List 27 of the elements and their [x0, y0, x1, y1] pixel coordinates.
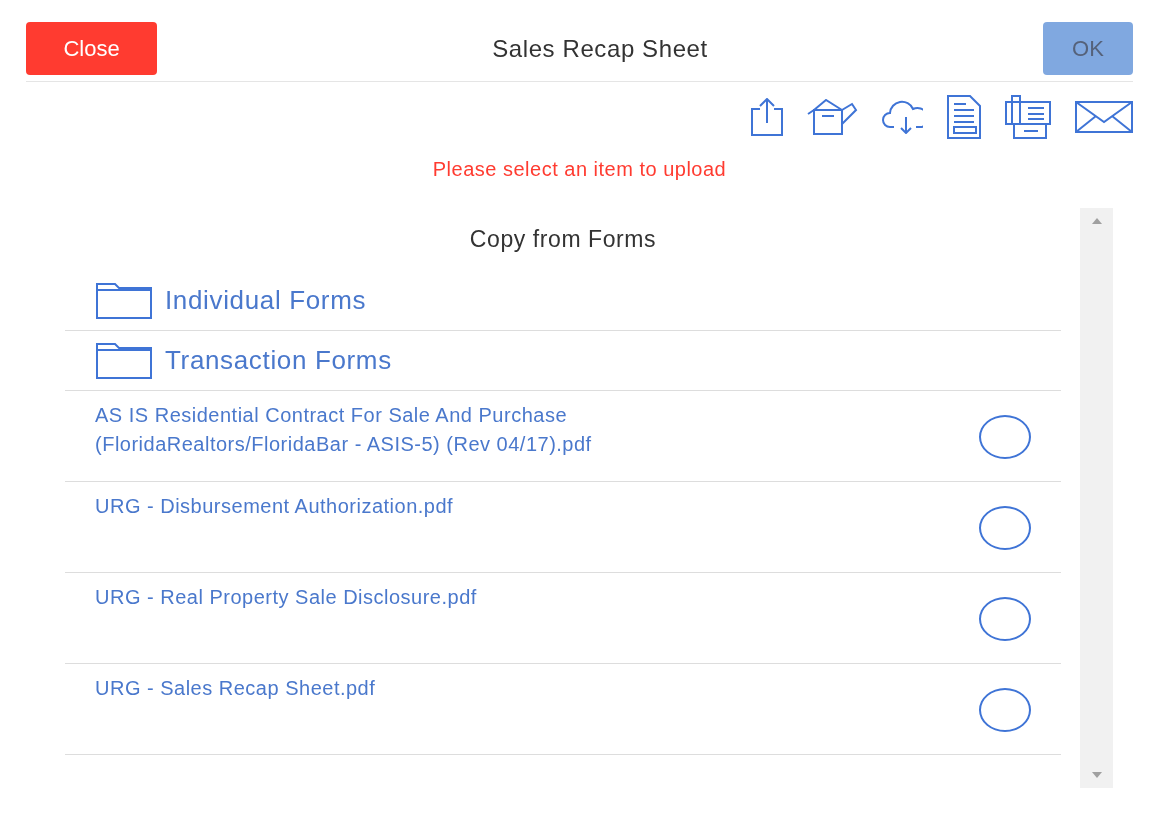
window-title: Sales Recap Sheet	[492, 33, 708, 64]
box-icon	[807, 99, 858, 135]
radio-button[interactable]	[979, 596, 1031, 641]
upload-message: Please select an item to upload	[432, 158, 727, 180]
scrollbar[interactable]	[1080, 208, 1113, 788]
mail-icon	[1075, 101, 1133, 133]
panel-title: Copy from Forms	[469, 226, 657, 252]
share-icon	[751, 98, 783, 136]
scroll-down-icon[interactable]	[1091, 772, 1102, 778]
document-icon-button[interactable]	[947, 94, 981, 140]
close-button[interactable]: Close	[26, 22, 157, 75]
cloud-download-icon	[882, 100, 923, 134]
document-icon	[947, 95, 981, 139]
fax-icon-button[interactable]	[1005, 94, 1051, 140]
folder-name[interactable]: Individual Forms	[165, 280, 367, 320]
folder-icon	[95, 281, 153, 320]
file-name[interactable]: URG - Real Property Sale Disclosure.pdf	[95, 582, 675, 612]
file-name[interactable]: URG - Sales Recap Sheet.pdf	[95, 673, 675, 703]
file-name[interactable]: URG - Disbursement Authorization.pdf	[95, 491, 675, 521]
radio-button[interactable]	[979, 505, 1031, 550]
fax-icon	[1005, 95, 1051, 139]
folder-icon	[95, 341, 153, 380]
radio-button[interactable]	[979, 687, 1031, 732]
scroll-up-icon[interactable]	[1091, 218, 1102, 224]
file-name[interactable]: AS IS Residential Contract For Sale And Purchase (FloridaRealtors/FloridaBar - ASIS-5) (Rev 04/17).pdf	[95, 400, 675, 459]
folder-name[interactable]: Transaction Forms	[165, 340, 392, 380]
radio-button[interactable]	[979, 414, 1031, 459]
